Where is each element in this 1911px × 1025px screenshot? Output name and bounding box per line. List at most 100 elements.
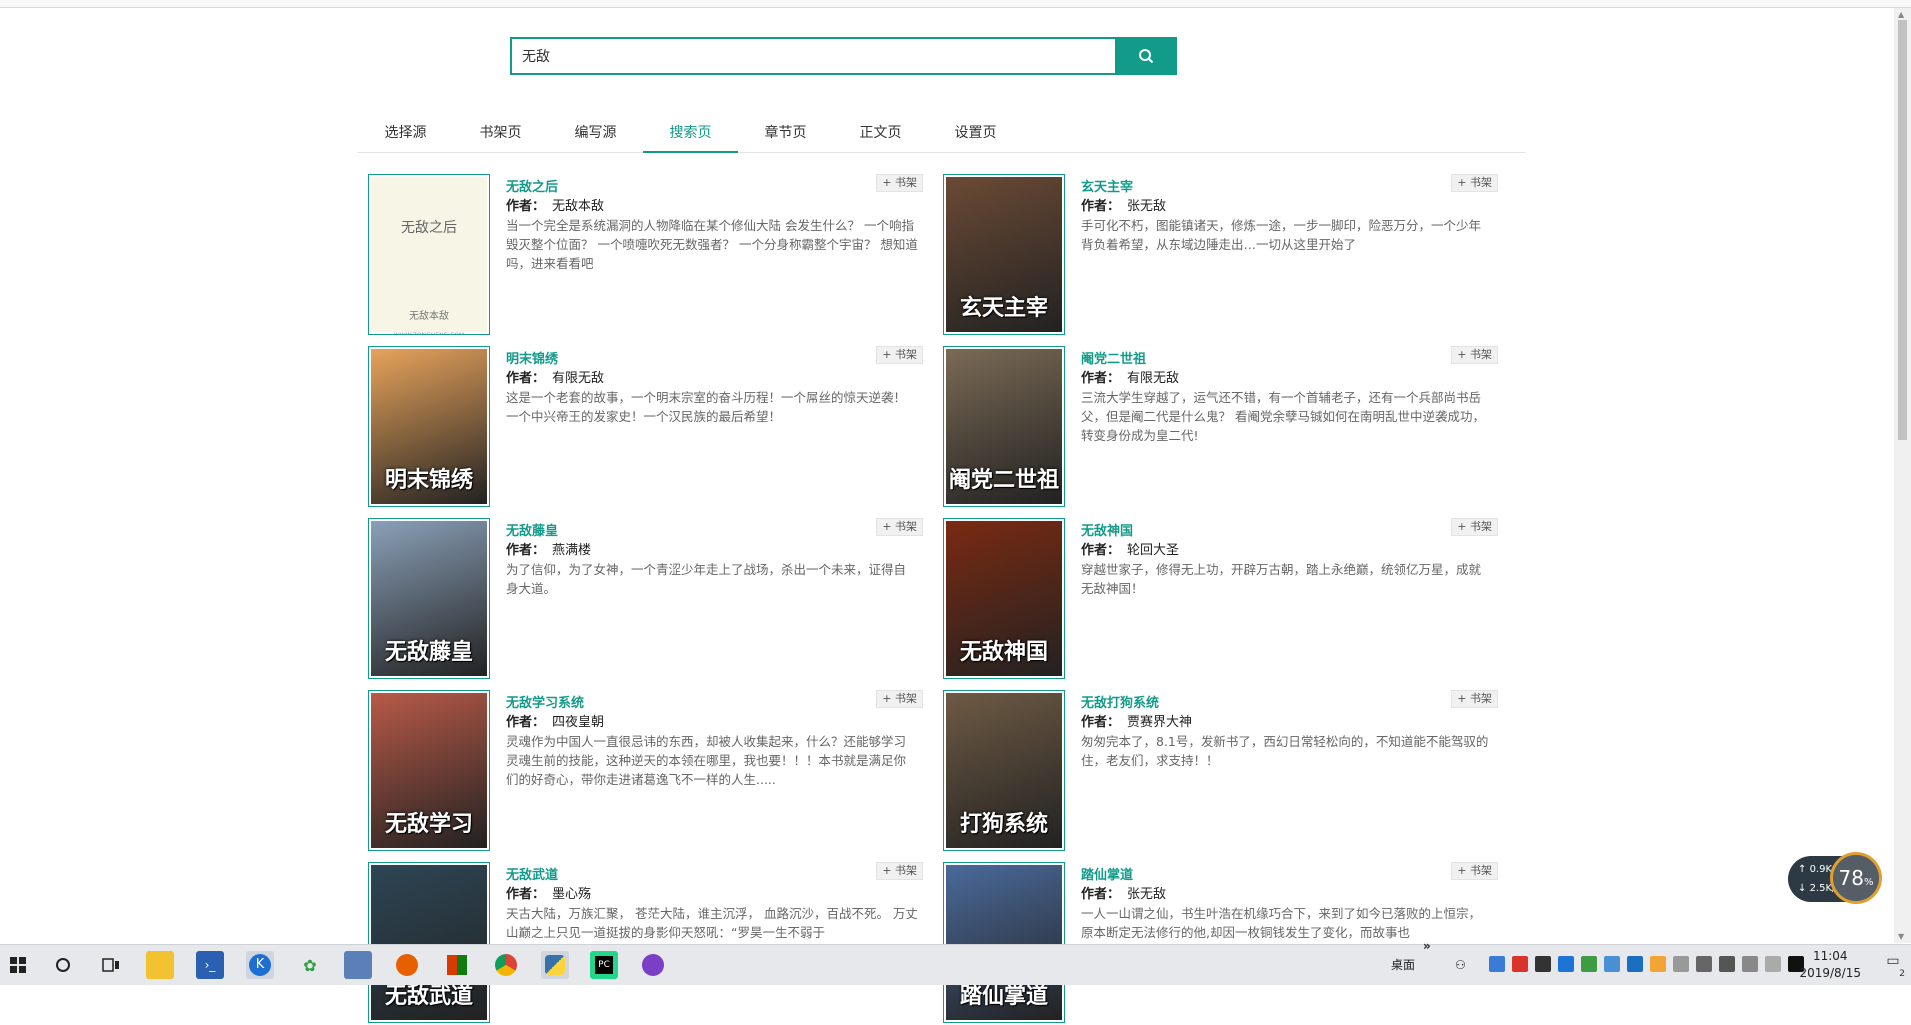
add-to-shelf-button[interactable]: + 书架 [1451,346,1498,364]
cover-art: 玄天主宰 [946,177,1062,332]
search-circle-icon[interactable] [49,951,77,979]
toolbar-expand-icon[interactable]: » [1423,939,1431,979]
close-circle-icon[interactable] [1765,956,1781,972]
book-author: 无敌本敌 [552,199,605,214]
sogou-icon[interactable] [1627,956,1643,972]
cover-art: 无敌藤皇 [371,521,487,676]
qq-icon[interactable] [1650,956,1666,972]
add-to-shelf-button[interactable]: + 书架 [876,174,923,192]
tab-bookshelf[interactable]: 书架页 [453,114,548,152]
wifi-icon[interactable] [1742,956,1758,972]
book-item[interactable]: 无敌学习 无敌学习系统 作者： 四夜皇朝 灵魂作为中国人一直很忌讳的东西，却被人… [368,690,923,853]
media-player-icon[interactable] [639,951,667,979]
book-title[interactable]: 无敌学习系统 [506,692,584,711]
tab-chapters[interactable]: 章节页 [738,114,833,152]
scroll-up-icon[interactable]: ▲ [1898,10,1904,19]
powershell-icon[interactable]: ›_ [196,951,224,979]
book-cover[interactable]: 打狗系统 [943,690,1065,851]
book-cover[interactable]: 无敌藤皇 [368,518,490,679]
network-speed-widget[interactable]: ↑ 0.9K/s ↓ 2.5K/s 78% [1788,852,1882,904]
firefox-icon[interactable] [393,951,421,979]
add-to-shelf-button[interactable]: + 书架 [876,690,923,708]
green-tray-icon[interactable] [1581,956,1597,972]
book-item[interactable]: 打狗系统 无敌打狗系统 作者： 贾赛界大神 匆匆完本了，8.1号，发新书了，西幻… [943,690,1498,853]
wechat-icon[interactable]: ✿ [296,951,324,979]
book-cover[interactable]: 无敌之后 无敌本敌 WWW.ZONGHENG.COM [368,174,490,335]
notification-icon[interactable]: ▭ 2 [1881,953,1905,979]
usb-icon[interactable] [1673,956,1689,972]
book-cover[interactable]: 无敌神国 [943,518,1065,679]
computer-icon[interactable] [344,951,372,979]
add-to-shelf-button[interactable]: + 书架 [876,346,923,364]
shield-icon[interactable] [1535,956,1551,972]
tab-settings[interactable]: 设置页 [928,114,1023,152]
tray-icon-blue[interactable] [1604,956,1620,972]
office-icon[interactable] [443,951,471,979]
tab-edit-source[interactable]: 编写源 [548,114,643,152]
add-to-shelf-button[interactable]: + 书架 [1451,174,1498,192]
add-to-shelf-button[interactable]: + 书架 [1451,862,1498,880]
book-author: 张无敌 [1127,887,1167,902]
security-icon[interactable] [1558,956,1574,972]
vertical-scrollbar[interactable]: ▲ ▼ [1894,8,1911,943]
search-input[interactable] [510,37,1137,75]
pycharm-icon[interactable]: PC [590,951,618,979]
book-cover[interactable]: 玄天主宰 [943,174,1065,335]
windows-start-icon[interactable] [4,951,32,979]
book-cover[interactable]: 无敌学习 [368,690,490,851]
tab-content[interactable]: 正文页 [833,114,928,152]
clock-date: 2019/8/15 [1799,966,1861,980]
book-author: 四夜皇朝 [552,715,605,730]
book-item[interactable]: 明末锦绣 明末锦绣 作者： 有限无敌 这是一个老套的故事，一个明末宗室的奋斗历程… [368,346,923,509]
book-item[interactable]: 无敌之后 无敌本敌 WWW.ZONGHENG.COM 无敌之后 作者： 无敌本敌… [368,174,923,337]
book-description: 穿越世家子，修得无上功，开辟万古朝，踏上永绝巅，统领亿万星，成就无敌神国！ [1081,562,1482,596]
book-title[interactable]: 无敌之后 [506,176,558,195]
volume-mute-icon[interactable] [1512,956,1528,972]
book-author: 轮回大圣 [1127,543,1180,558]
book-title[interactable]: 玄天主宰 [1081,176,1133,195]
book-title[interactable]: 无敌神国 [1081,520,1133,539]
book-title[interactable]: 阉党二世祖 [1081,348,1146,367]
book-title[interactable]: 踏仙掌道 [1081,864,1133,883]
add-to-shelf-button[interactable]: + 书架 [876,518,923,536]
scroll-down-icon[interactable]: ▼ [1898,932,1904,941]
book-description: 手可化不朽，图能镇诸天，修炼一途，一步一脚印，险恶万分，一个少年背负着希望，从东… [1081,218,1482,252]
book-description: 一人一山谓之仙，书生叶浩在机缘巧合下，来到了如今已落败的上恒宗，原本断定无法修行… [1081,906,1482,940]
book-title[interactable]: 无敌武道 [506,864,558,883]
system-tray-icons [1489,956,1804,972]
add-to-shelf-button[interactable]: + 书架 [876,862,923,880]
network-icon[interactable] [1696,956,1712,972]
system-clock[interactable]: 11:04 2019/8/15 [1799,948,1861,982]
tray-app-icon[interactable] [1489,956,1505,972]
scrollbar-thumb[interactable] [1898,20,1907,440]
book-description: 为了信仰，为了女神，一个青涩少年走上了战场，杀出一个未来，证得自身大道。 [506,562,907,596]
book-cover[interactable]: 无敌武道 [368,862,490,1023]
add-to-shelf-button[interactable]: + 书架 [1451,690,1498,708]
book-description: 当一个完全是系统漏洞的人物降临在某个修仙大陆 会发生什么？ 一个响指毁灭整个位面… [506,218,918,271]
book-cover[interactable]: 阉党二世祖 [943,346,1065,507]
book-description: 灵魂作为中国人一直很忌讳的东西，却被人收集起来，什么？还能够学习灵魂生前的技能，… [506,734,907,787]
book-title[interactable]: 无敌打狗系统 [1081,692,1159,711]
tab-search[interactable]: 搜索页 [643,114,738,153]
add-to-shelf-button[interactable]: + 书架 [1451,518,1498,536]
book-cover[interactable]: 踏仙掌道 [943,862,1065,1023]
book-item[interactable]: 无敌藤皇 无敌藤皇 作者： 燕满楼 为了信仰，为了女神，一个青涩少年走上了战场，… [368,518,923,681]
book-item[interactable]: 玄天主宰 玄天主宰 作者： 张无敌 手可化不朽，图能镇诸天，修炼一途，一步一脚印… [943,174,1498,337]
author-label: 作者： [506,887,546,902]
book-description: 三流大学生穿越了，运气还不错，有一个首辅老子，还有一个兵部尚书岳父，但是阉二代是… [1081,390,1485,443]
book-title[interactable]: 明末锦绣 [506,348,558,367]
book-item[interactable]: 无敌神国 无敌神国 作者： 轮回大圣 穿越世家子，修得无上功，开辟万古朝，踏上永… [943,518,1498,681]
chrome-icon[interactable] [492,951,520,979]
file-explorer-icon[interactable] [146,951,174,979]
desktop-toolbar-label[interactable]: 桌面 [1391,945,1415,985]
tab-select-source[interactable]: 选择源 [358,114,453,152]
speaker-icon[interactable] [1719,956,1735,972]
people-icon[interactable]: ⚇ [1455,945,1466,985]
task-view-icon[interactable] [97,951,125,979]
python-icon[interactable] [541,951,569,979]
book-cover[interactable]: 明末锦绣 [368,346,490,507]
search-button[interactable] [1115,37,1177,75]
book-item[interactable]: 阉党二世祖 阉党二世祖 作者： 有限无敌 三流大学生穿越了，运气还不错，有一个首… [943,346,1498,509]
kuwo-icon[interactable]: K [246,951,274,979]
book-title[interactable]: 无敌藤皇 [506,520,558,539]
